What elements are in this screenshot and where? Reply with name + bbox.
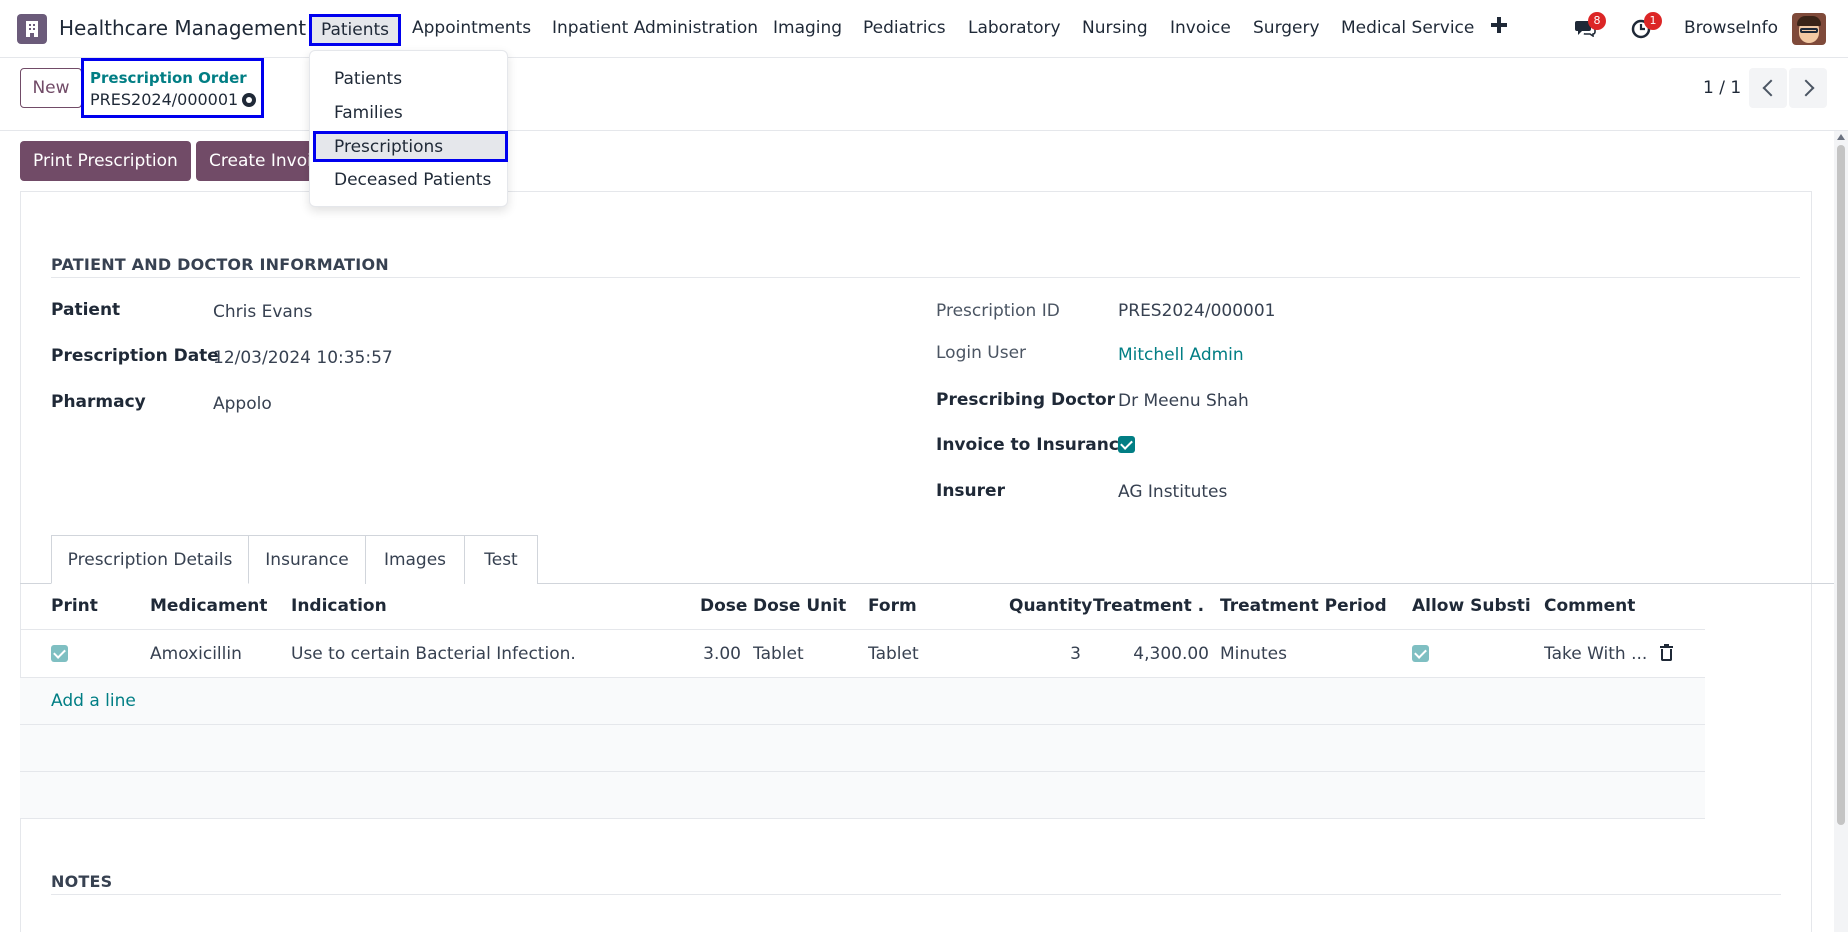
row-comment[interactable]: Take With ... [1544,644,1648,664]
row-dose-unit[interactable]: Tablet [753,644,804,664]
empty-row [20,725,1705,772]
hospital-icon [26,21,38,37]
insurer-field[interactable]: AG Institutes [1118,482,1227,502]
nav-menu-invoice[interactable]: Invoice [1170,18,1231,38]
control-panel-divider [0,130,1848,131]
tab-prescription-details[interactable]: Prescription Details [51,535,249,584]
invoice-to-insurance-checkbox[interactable] [1118,436,1135,453]
row-indication[interactable]: Use to certain Bacterial Infection. [291,644,576,664]
top-navbar: Healthcare Management Patients Appointme… [0,0,1848,58]
row-treatment[interactable]: 4,300.00 [1093,644,1209,664]
pharmacy-label: Pharmacy [51,392,146,412]
scroll-thumb[interactable] [1837,145,1845,825]
prescription-date-label: Prescription Date [51,346,219,366]
nav-menu-laboratory[interactable]: Laboratory [968,18,1061,38]
section-notes: NOTES [51,872,113,891]
pharmacy-field[interactable]: Appolo [213,394,272,414]
print-prescription-button[interactable]: Print Prescription [20,141,191,181]
header-divider [20,629,1705,630]
row-quantity[interactable]: 3 [1009,644,1081,664]
prescription-id-label: Prescription ID [936,301,1060,321]
section-divider [51,894,1781,895]
row-form[interactable]: Tablet [868,644,919,664]
nav-menu-appointments[interactable]: Appointments [412,18,531,38]
nav-menu-medical-service[interactable]: Medical Service [1341,18,1474,38]
scroll-up-icon[interactable] [1837,134,1845,140]
row-print-checkbox[interactable] [51,645,68,662]
dropdown-item-prescriptions[interactable]: Prescriptions [313,131,508,162]
column-header-dose-unit[interactable]: Dose Unit [753,596,846,616]
plus-icon[interactable] [1491,17,1507,33]
prescribing-doctor-label: Prescribing Doctor [936,390,1116,410]
nav-menu-pediatrics[interactable]: Pediatrics [863,18,946,38]
add-line-row [20,678,1705,725]
nav-menu-patients[interactable]: Patients [309,14,401,46]
activities-badge: 1 [1644,12,1662,30]
dropdown-item-families[interactable]: Families [334,103,403,123]
invoice-to-insurance-label: Invoice to Insurance [936,435,1131,455]
insurer-label: Insurer [936,481,1005,501]
new-button[interactable]: New [20,68,82,108]
login-user-label: Login User [936,343,1027,363]
breadcrumb: Prescription Order PRES2024/000001 [81,58,264,118]
user-name[interactable]: BrowseInfo [1684,18,1778,38]
pager-value[interactable]: 1 / 1 [1703,78,1741,98]
messages-badge: 8 [1588,12,1606,30]
patient-field[interactable]: Chris Evans [213,302,312,322]
column-header-indication[interactable]: Indication [291,596,387,616]
prescription-id-field[interactable]: PRES2024/000001 [1118,301,1275,321]
add-a-line-link[interactable]: Add a line [51,691,136,711]
column-header-medicament[interactable]: Medicament [150,596,267,616]
page-scrollbar[interactable] [1834,131,1848,932]
column-header-quantity[interactable]: Quantity [1009,596,1092,616]
patient-label: Patient [51,300,121,320]
prescribing-doctor-field[interactable]: Dr Meenu Shah [1118,391,1249,411]
row-dose[interactable]: 3.00 [680,644,741,664]
nav-menu-inpatient-administration[interactable]: Inpatient Administration [552,18,758,38]
nav-menu-nursing[interactable]: Nursing [1082,18,1148,38]
column-header-treatment[interactable]: Treatment ... [1093,596,1205,616]
tab-images[interactable]: Images [365,535,465,584]
column-header-print[interactable]: Print [51,596,98,616]
row-treatment-period[interactable]: Minutes [1220,644,1287,664]
column-header-comment[interactable]: Comment [1544,596,1635,616]
tab-test[interactable]: Test [464,535,538,584]
column-header-treatment-period[interactable]: Treatment Period [1220,596,1387,616]
column-header-allow-substitution[interactable]: Allow Substi... [1412,596,1532,616]
gear-icon[interactable] [242,93,256,107]
trash-icon[interactable] [1660,644,1673,661]
dropdown-item-patients[interactable]: Patients [334,69,402,89]
section-patient-doctor-info: PATIENT AND DOCTOR INFORMATION [51,255,389,274]
empty-row [20,772,1705,819]
nav-menu-imaging[interactable]: Imaging [773,18,842,38]
column-header-dose[interactable]: Dose [700,596,747,616]
breadcrumb-prescription-order[interactable]: Prescription Order [90,69,247,87]
section-divider [51,277,1800,278]
login-user-link[interactable]: Mitchell Admin [1118,345,1244,365]
dropdown-item-deceased-patients[interactable]: Deceased Patients [334,170,491,190]
pager-previous-button[interactable] [1749,68,1787,108]
breadcrumb-record-name: PRES2024/000001 [90,90,239,109]
row-medicament[interactable]: Amoxicillin [150,644,242,664]
user-avatar[interactable] [1792,13,1826,45]
column-header-form[interactable]: Form [868,596,917,616]
prescription-date-field[interactable]: 12/03/2024 10:35:57 [213,348,393,368]
row-allow-substitution-checkbox[interactable] [1412,645,1429,662]
pager-next-button[interactable] [1789,68,1827,108]
nav-menu-surgery[interactable]: Surgery [1253,18,1320,38]
tab-insurance[interactable]: Insurance [248,535,366,584]
patients-dropdown-menu: Patients Families Prescriptions Deceased… [309,50,508,207]
app-menu-icon[interactable] [17,14,47,44]
app-title[interactable]: Healthcare Management [59,16,306,40]
